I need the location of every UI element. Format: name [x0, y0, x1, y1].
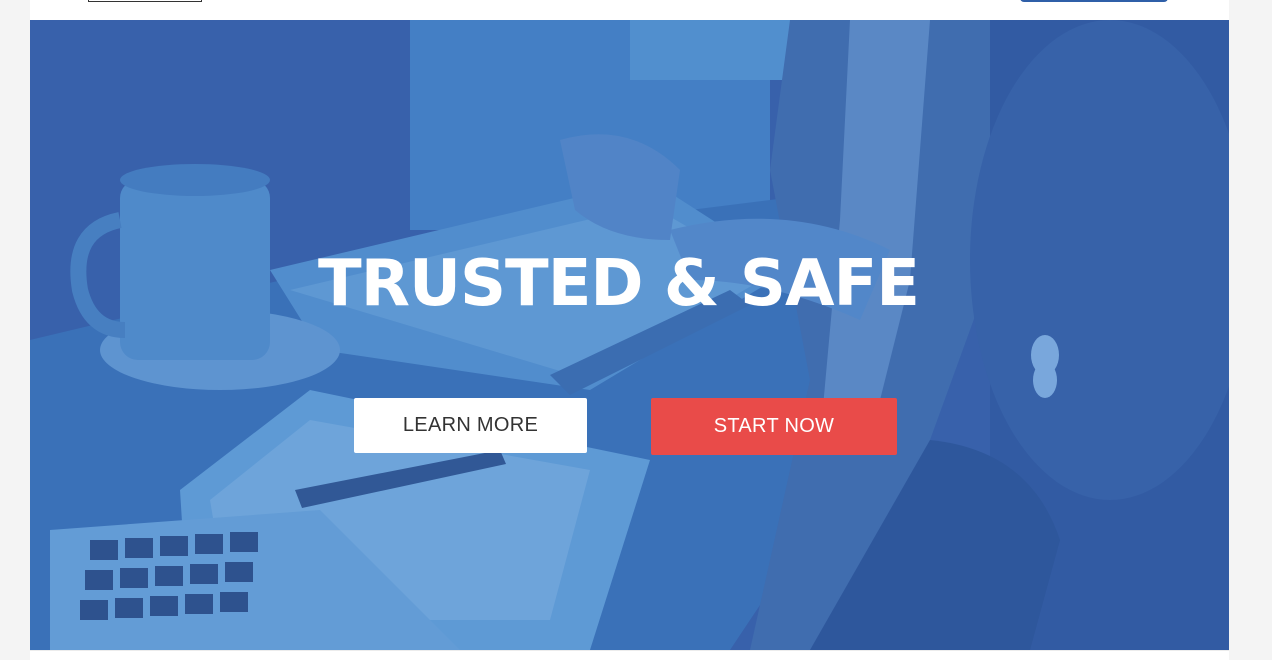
- hero-background-photo: [30, 20, 1229, 650]
- hero-title: TRUSTED & SAFE: [318, 247, 920, 321]
- learn-more-button[interactable]: LEARN MORE: [354, 398, 587, 453]
- hero-section: TRUSTED & SAFE LEARN MORE START NOW: [30, 20, 1229, 650]
- header-cta-button[interactable]: [1020, 0, 1168, 2]
- logo[interactable]: [88, 0, 202, 2]
- page: TRUSTED & SAFE LEARN MORE START NOW: [30, 0, 1229, 660]
- site-header: [30, 0, 1229, 20]
- start-now-button[interactable]: START NOW: [651, 398, 897, 455]
